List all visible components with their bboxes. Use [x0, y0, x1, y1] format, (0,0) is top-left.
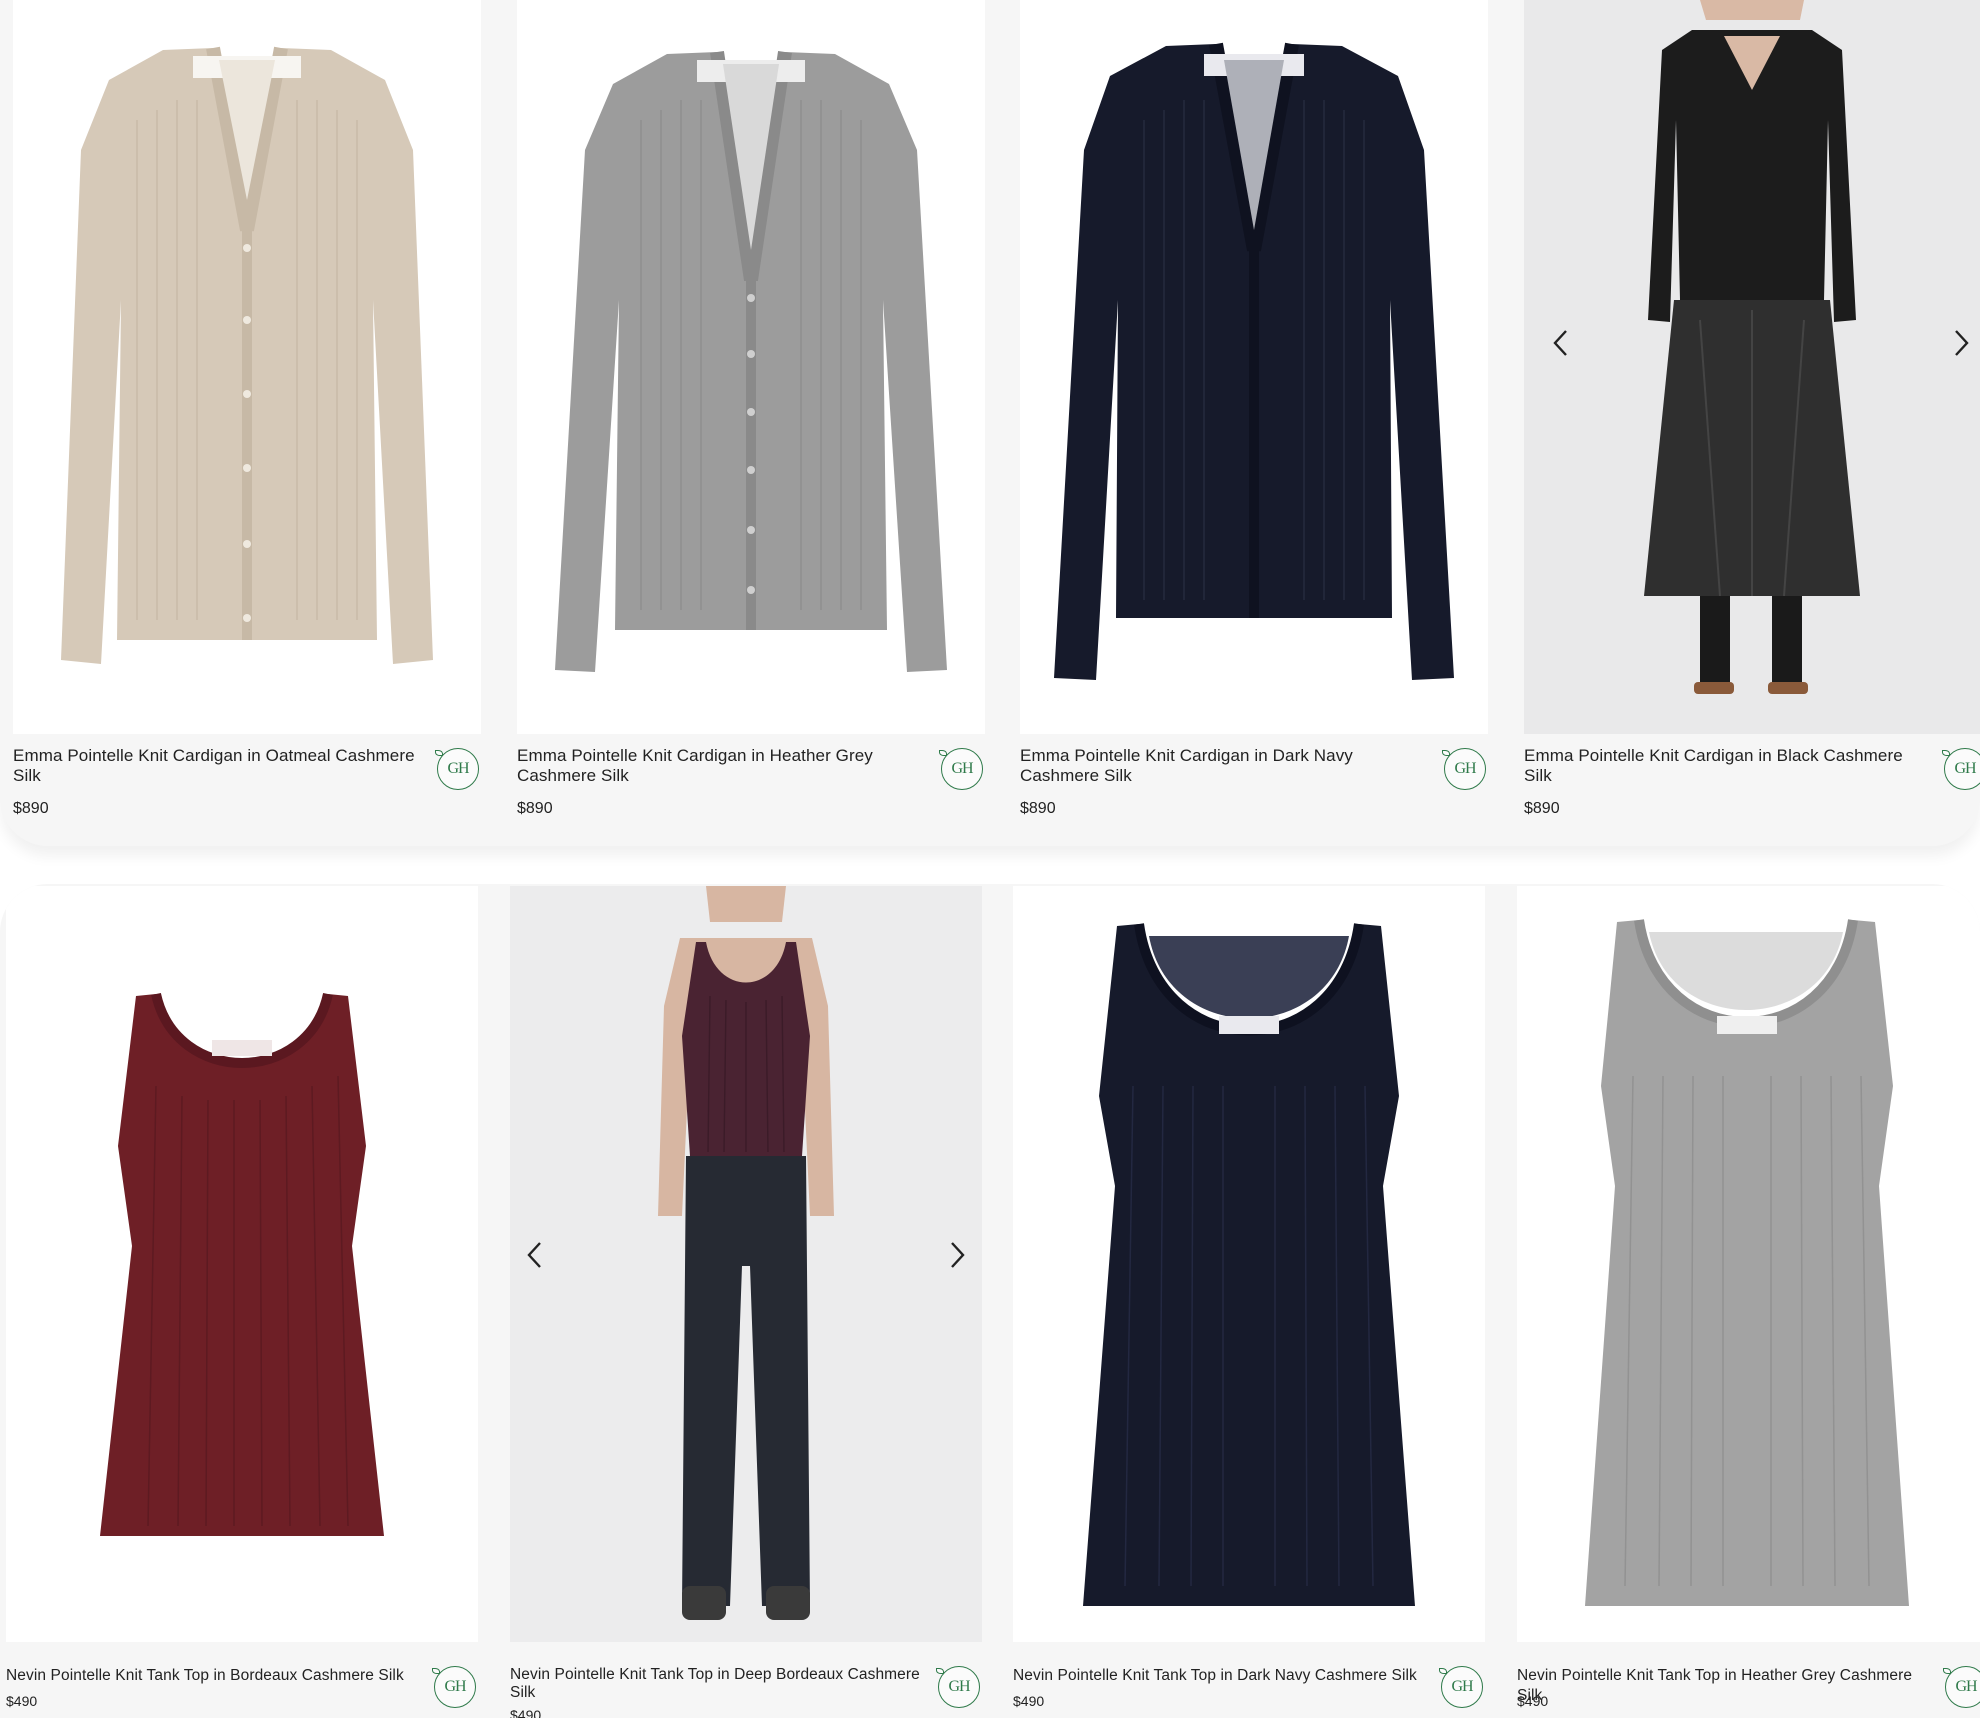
tank-dark-navy-image — [1083, 923, 1415, 1606]
gh-logo-icon: GH — [1942, 748, 1980, 790]
product-price: $490 — [1013, 1693, 1045, 1709]
product-image[interactable] — [1517, 886, 1980, 1642]
product-image[interactable] — [1013, 886, 1485, 1642]
product-image[interactable] — [510, 886, 982, 1642]
product-title[interactable]: Emma Pointelle Knit Cardigan in Black Ca… — [1524, 746, 1924, 786]
product-card[interactable]: Nevin Pointelle Knit Tank Top in Bordeau… — [6, 886, 478, 1718]
product-title[interactable]: Emma Pointelle Knit Cardigan in Oatmeal … — [13, 746, 433, 786]
product-image[interactable] — [13, 0, 481, 734]
product-image[interactable] — [6, 886, 478, 1642]
gh-logo-icon: GH — [1439, 1666, 1483, 1708]
product-grid-page: Emma Pointelle Knit Cardigan in Oatmeal … — [0, 0, 1980, 1718]
cardigan-heather-grey-image — [555, 50, 947, 672]
product-row-tanks: Nevin Pointelle Knit Tank Top in Bordeau… — [0, 884, 1980, 1718]
tank-deep-bordeaux-model-image — [510, 886, 982, 1642]
chevron-left-icon[interactable] — [518, 1238, 552, 1272]
product-title[interactable]: Nevin Pointelle Knit Tank Top in Bordeau… — [6, 1666, 426, 1686]
product-card[interactable]: Emma Pointelle Knit Cardigan in Heather … — [517, 0, 985, 830]
product-row-cardigans: Emma Pointelle Knit Cardigan in Oatmeal … — [0, 0, 1980, 846]
badge-text: GH — [951, 760, 973, 777]
product-card[interactable]: Nevin Pointelle Knit Tank Top in Dark Na… — [1013, 886, 1485, 1718]
badge-text: GH — [1955, 1678, 1977, 1695]
product-price: $490 — [6, 1693, 38, 1709]
tank-bordeaux-image — [100, 992, 384, 1536]
badge-text: GH — [1451, 1678, 1473, 1695]
product-card[interactable]: Emma Pointelle Knit Cardigan in Dark Nav… — [1020, 0, 1488, 830]
product-price: $490 — [510, 1707, 542, 1718]
gh-logo-icon: GH — [1442, 748, 1486, 790]
chevron-right-icon[interactable] — [940, 1238, 974, 1272]
product-card[interactable]: Emma Pointelle Knit Cardigan in Oatmeal … — [13, 0, 481, 830]
product-title[interactable]: Emma Pointelle Knit Cardigan in Heather … — [517, 746, 917, 786]
gh-logo-icon: GH — [936, 1666, 980, 1708]
product-image[interactable] — [1524, 0, 1980, 734]
product-title[interactable]: Nevin Pointelle Knit Tank Top in Deep Bo… — [510, 1666, 930, 1702]
cardigan-black-model-image — [1524, 0, 1980, 734]
gh-logo-icon: GH — [435, 748, 479, 790]
chevron-left-icon[interactable] — [1544, 326, 1578, 360]
cardigan-oatmeal-image — [61, 46, 433, 664]
badge-text: GH — [1954, 760, 1976, 777]
tank-heather-grey-image — [1585, 919, 1909, 1606]
cardigan-dark-navy-image — [1054, 42, 1454, 680]
gh-logo-icon: GH — [939, 748, 983, 790]
product-price: $890 — [13, 800, 49, 817]
badge-text: GH — [444, 1678, 466, 1695]
gh-logo-icon: GH — [1943, 1666, 1980, 1708]
product-price: $890 — [1524, 800, 1560, 817]
product-price: $890 — [517, 800, 553, 817]
product-image[interactable] — [517, 0, 985, 734]
product-title[interactable]: Nevin Pointelle Knit Tank Top in Heather… — [1517, 1666, 1937, 1706]
product-card[interactable]: Nevin Pointelle Knit Tank Top in Heather… — [1517, 886, 1980, 1718]
gh-logo-icon: GH — [432, 1666, 476, 1708]
product-title[interactable]: Emma Pointelle Knit Cardigan in Dark Nav… — [1020, 746, 1420, 786]
product-title[interactable]: Nevin Pointelle Knit Tank Top in Dark Na… — [1013, 1666, 1433, 1686]
product-image[interactable] — [1020, 0, 1488, 734]
chevron-right-icon[interactable] — [1944, 326, 1978, 360]
badge-text: GH — [447, 760, 469, 777]
badge-text: GH — [948, 1678, 970, 1695]
product-card[interactable]: Emma Pointelle Knit Cardigan in Black Ca… — [1524, 0, 1980, 830]
badge-text: GH — [1454, 760, 1476, 777]
product-card[interactable]: Nevin Pointelle Knit Tank Top in Deep Bo… — [510, 886, 982, 1718]
product-price: $490 — [1517, 1693, 1549, 1709]
product-price: $890 — [1020, 800, 1056, 817]
